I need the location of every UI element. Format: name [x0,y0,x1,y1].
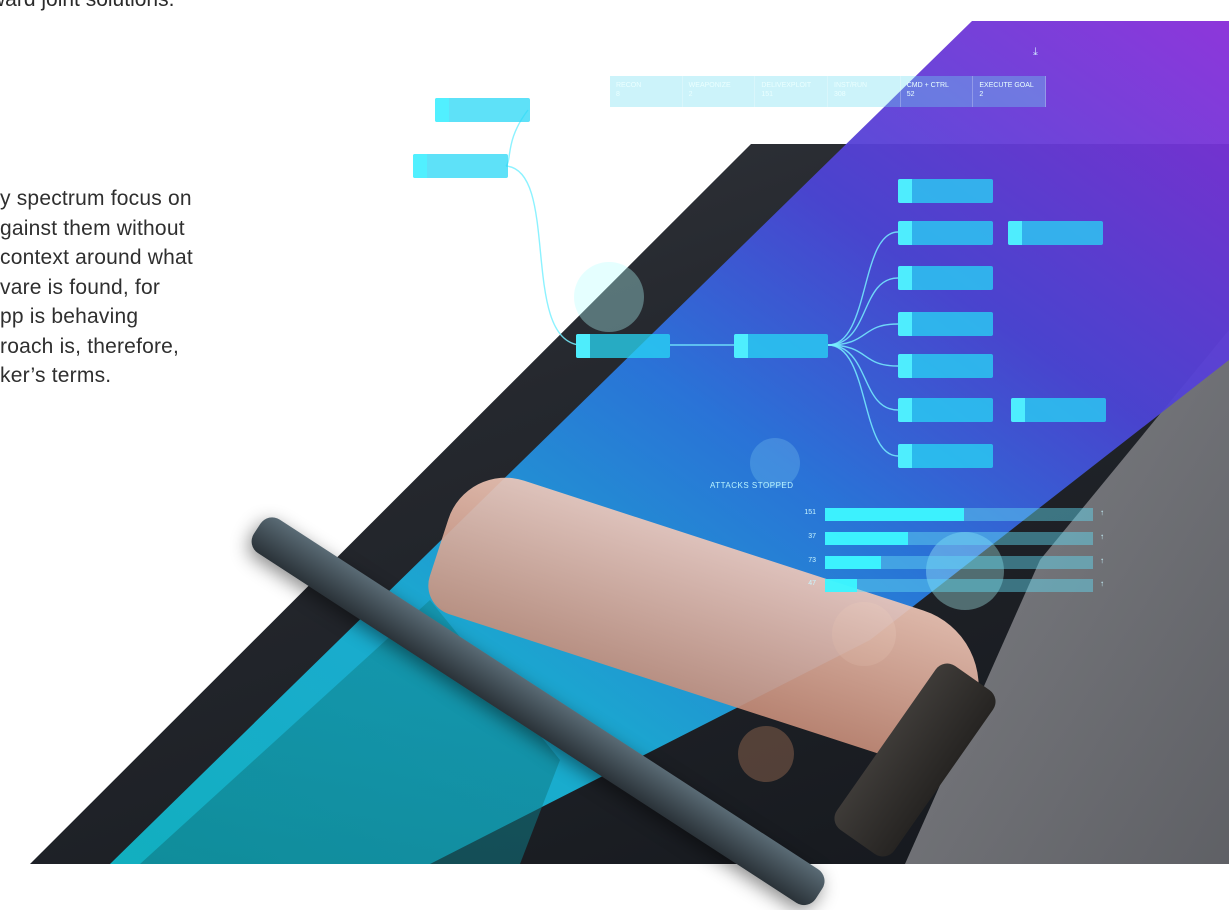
paragraph-line: roach is, therefore, [0,334,180,358]
graph-node[interactable] [898,266,993,290]
attack-count: 37 [808,533,816,540]
attacks-stopped-title: ATTACKS STOPPED [710,481,794,490]
attack-bar-row: 151 ↑ [790,508,1110,521]
attack-bar-fill [825,532,908,545]
paragraph: y spectrum focus on gainst them without co… [0,184,300,391]
attack-bar-fill [825,556,881,569]
paragraph-line: y spectrum focus on [0,187,192,210]
arrow-up-icon: ↑ [1100,508,1104,517]
body-text: ward joint solutions. y spectrum focus o… [0,0,300,864]
graph-node[interactable] [1011,398,1106,422]
paragraph-line: gainst them without [0,216,185,240]
paragraph-line: context around what [0,246,193,269]
graph-node[interactable] [576,334,670,358]
arrow-up-icon: ↑ [1100,579,1104,588]
attack-count: 73 [808,557,816,564]
paragraph-line: pp is behaving [0,305,139,328]
graph-node[interactable] [898,354,993,378]
graph-node[interactable] [734,334,828,358]
attack-count: 47 [808,580,816,587]
graph-node[interactable] [898,179,993,203]
graph-node[interactable] [898,398,993,422]
attack-bar-row: 47 ↑ [790,579,1110,592]
graph-node[interactable] [413,154,508,178]
attack-bar-track [825,579,1093,592]
attack-bar-fill [825,579,857,592]
graph-node[interactable] [898,444,993,468]
graph-node[interactable] [1008,221,1103,245]
arrow-up-icon: ↑ [1100,556,1104,565]
attack-bar-fill [825,508,964,521]
arrow-up-icon: ↑ [1100,532,1104,541]
attack-bar-row: 37 ↑ [790,532,1110,545]
intro-line: ward joint solutions. [0,0,174,14]
graph-node[interactable] [898,312,993,336]
paragraph-line: ker’s terms. [0,364,112,387]
paragraph-line: vare is found, for [0,275,161,299]
graph-node[interactable] [898,221,993,245]
attack-count: 151 [804,509,816,516]
graph-node[interactable] [435,98,530,122]
attack-bar-row: 73 ↑ [790,556,1110,569]
